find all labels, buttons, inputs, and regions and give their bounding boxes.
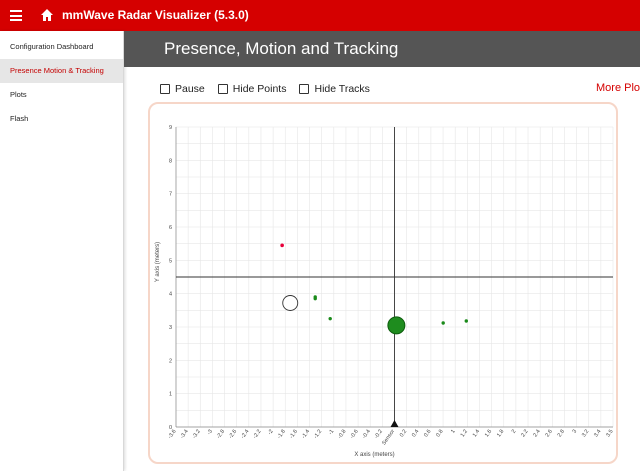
x-tick-label: 3.5 (605, 429, 614, 439)
x-tick-label: -2.4 (240, 429, 250, 440)
x-tick-label: 1.8 (496, 429, 505, 439)
x-tick-label: -3.2 (192, 429, 202, 440)
y-tick-label: 9 (169, 125, 172, 131)
x-tick-label: 0.8 (435, 429, 444, 439)
x-tick-label: 1.4 (472, 429, 481, 439)
track-point-hollow (282, 295, 299, 311)
y-axis-title: Y axis (meters) (155, 242, 161, 282)
y-tick-label: 4 (169, 292, 172, 298)
x-tick-label: -2 (267, 429, 275, 436)
x-tick-label: 0.6 (423, 429, 432, 439)
x-tick-label: -3.4 (179, 429, 189, 440)
x-tick-label: -0.4 (362, 429, 372, 440)
y-tick-label: 8 (169, 158, 172, 164)
plot-labels: 0123456789-3.6 -3.4 -3.2 -3 -2.8 -2.6 -2.4 -2.2… (155, 125, 615, 458)
point-small (464, 319, 468, 323)
x-tick-label: 0.4 (411, 429, 420, 439)
x-tick-label: 0.2 (399, 429, 408, 439)
y-tick-label: 7 (169, 192, 172, 198)
point-small (441, 321, 445, 325)
x-tick-label: 1 (450, 429, 457, 435)
x-tick-label: -1.4 (301, 429, 311, 440)
x-tick-label: 2.6 (545, 429, 554, 439)
x-tick-label: -0.2 (374, 429, 384, 440)
x-tick-label: 2.2 (520, 429, 529, 439)
plot-axes (175, 127, 613, 428)
x-tick-label: 1.6 (484, 429, 493, 439)
x-tick-label: -0.8 (337, 429, 347, 440)
sensor-marker-icon (390, 420, 399, 427)
y-tick-label: 5 (169, 258, 172, 264)
track-point-large (387, 316, 406, 335)
y-tick-label: 1 (169, 392, 172, 398)
x-tick-label: -2.8 (216, 429, 226, 440)
x-tick-label: 2 (511, 429, 518, 435)
plot-marks (280, 243, 468, 427)
x-tick-label: -2.2 (252, 429, 262, 440)
x-tick-label: -0.6 (349, 429, 359, 440)
y-tick-label: 2 (169, 358, 172, 364)
point-small (313, 295, 317, 299)
y-tick-label: 6 (169, 225, 172, 231)
point-highlight (280, 243, 284, 248)
x-tick-label: -1 (328, 429, 336, 436)
x-tick-label: -2.6 (228, 429, 238, 440)
x-tick-label: 2.4 (532, 429, 541, 439)
sensor-label: Sensor (381, 429, 396, 447)
x-axis-title: X axis (meters) (354, 452, 394, 458)
x-tick-label: 3 (572, 429, 579, 435)
x-tick-label: 1.2 (460, 429, 469, 439)
point-small (328, 316, 332, 321)
x-tick-label: 3.2 (581, 429, 590, 439)
x-tick-label: -1.8 (277, 429, 287, 440)
x-tick-label: 3.4 (593, 429, 602, 439)
y-tick-label: 3 (169, 325, 172, 331)
tracking-scatter-plot: 0123456789-3.6 -3.4 -3.2 -3 -2.8 -2.6 -2.4 -2.2… (155, 125, 615, 458)
x-tick-label: 2.8 (557, 429, 566, 439)
x-tick-label: -1.6 (289, 429, 299, 440)
x-tick-label: -1.2 (313, 429, 323, 440)
x-tick-label: -3 (206, 429, 214, 436)
